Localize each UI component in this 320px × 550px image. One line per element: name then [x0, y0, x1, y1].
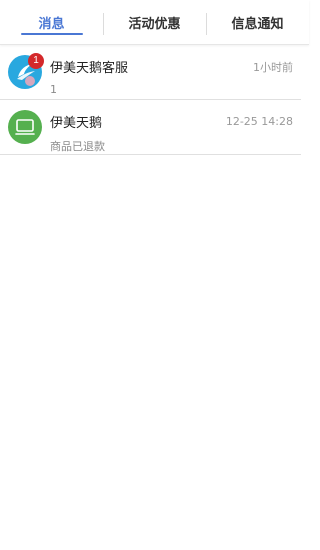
store-icon — [8, 110, 42, 144]
list-item[interactable]: 1 伊美天鹅客服 1小时前 1 — [0, 45, 301, 100]
sender-name: 伊美天鹅 — [50, 116, 103, 131]
active-tab-indicator — [20, 33, 83, 35]
message-preview: 1 — [50, 83, 57, 96]
message-content: 伊美天鹅客服 1小时前 1 — [50, 45, 293, 97]
message-content: 伊美天鹅 12-25 14:28 商品已退款 — [50, 100, 293, 154]
message-list: 1 伊美天鹅客服 1小时前 1 伊美天鹅 12-25 14:28 商品已退款 — [0, 45, 309, 155]
tab-messages-label: 消息 — [38, 16, 65, 32]
unread-badge: 1 — [28, 53, 44, 69]
message-time: 12-25 14:28 — [225, 115, 293, 128]
message-time: 1小时前 — [253, 60, 293, 74]
list-item[interactable]: 伊美天鹅 12-25 14:28 商品已退款 — [0, 100, 301, 155]
tab-promotions[interactable]: 活动优惠 — [103, 0, 206, 44]
tab-divider — [206, 13, 207, 35]
tab-notifications[interactable]: 信息通知 — [206, 0, 309, 44]
tab-bar: 消息 活动优惠 信息通知 — [0, 0, 309, 45]
sender-name: 伊美天鹅客服 — [50, 61, 129, 76]
message-preview: 商品已退款 — [50, 140, 105, 153]
tab-notifications-label: 信息通知 — [231, 16, 284, 32]
tab-divider — [103, 13, 104, 35]
tab-promotions-label: 活动优惠 — [128, 16, 181, 32]
tab-messages[interactable]: 消息 — [0, 0, 103, 44]
